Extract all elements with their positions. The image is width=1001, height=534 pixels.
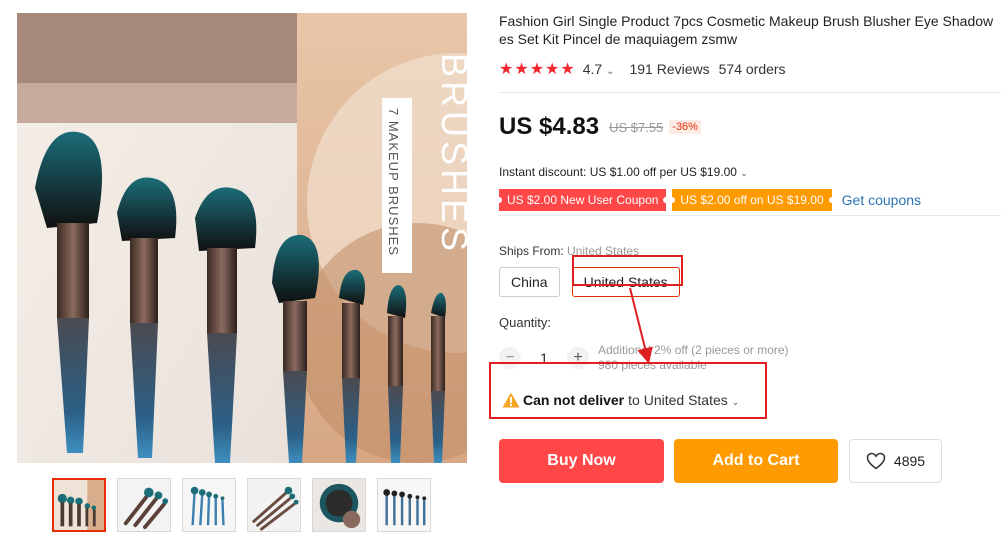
store-coupon[interactable]: US $2.00 off on US $19.00 [669, 189, 835, 211]
bulk-discount-note: Additional 2% off (2 pieces or more) [598, 343, 789, 357]
thumbnail-6[interactable] [377, 478, 431, 532]
banner-big-text: BRUSHES [434, 53, 467, 255]
original-price: US $7.55 [609, 119, 664, 135]
wishlist-count: 4895 [893, 453, 926, 469]
orders-count: 574 orders [718, 61, 786, 77]
star-rating-icons: ★★★★★ [499, 61, 576, 78]
heart-icon [866, 452, 886, 470]
divider [499, 215, 1001, 216]
current-price: US $4.83 [499, 113, 600, 140]
add-to-cart-button[interactable]: Add to Cart [674, 439, 838, 483]
thumbnail-1[interactable] [52, 478, 106, 532]
rating-number: 4.7 [582, 61, 603, 77]
wishlist-button[interactable]: 4895 [849, 439, 942, 483]
highlight-box-united-states [572, 255, 683, 286]
thumbnail-4[interactable] [247, 478, 301, 532]
product-title-line-1: Fashion Girl Single Product 7pcs Cosmeti… [499, 13, 994, 29]
rating-row: ★★★★★ 4.7 ⌄ 191 Reviews 574 orders [499, 59, 786, 79]
ships-from-text: Ships From: [499, 244, 564, 258]
product-info: Fashion Girl Single Product 7pcs Cosmeti… [495, 12, 1001, 483]
instant-discount[interactable]: Instant discount: US $1.00 off per US $1… [499, 165, 748, 179]
buy-now-button[interactable]: Buy Now [499, 439, 664, 483]
product-main-image[interactable]: BRUSHES 7 MAKEUP BRUSHES [17, 13, 467, 463]
price-row: US $4.83 US $7.55 -36% [499, 113, 701, 141]
thumbnail-2[interactable] [117, 478, 171, 532]
instant-discount-text: Instant discount: US $1.00 off per US $1… [499, 165, 737, 179]
highlight-box-delivery [489, 362, 767, 419]
action-buttons: Buy Now Add to Cart 4895 [499, 439, 942, 483]
chevron-down-icon: ⌄ [740, 168, 748, 178]
new-user-coupon[interactable]: US $2.00 New User Coupon [495, 189, 670, 211]
discount-badge: -36% [669, 120, 701, 134]
divider [499, 92, 1001, 93]
reviews-link[interactable]: 191 Reviews [629, 61, 709, 77]
thumbnail-3[interactable] [182, 478, 236, 532]
get-coupons-link[interactable]: Get coupons [842, 192, 921, 208]
banner-small-text: 7 MAKEUP BRUSHES [386, 108, 401, 256]
thumbnail-strip [52, 478, 431, 532]
ship-option-china[interactable]: China [499, 267, 560, 297]
rating-value[interactable]: 4.7 ⌄ [583, 61, 615, 77]
thumbnail-5[interactable] [312, 478, 366, 532]
coupon-row: US $2.00 New User Coupon US $2.00 off on… [495, 189, 921, 211]
product-title: Fashion Girl Single Product 7pcs Cosmeti… [499, 12, 1001, 48]
chevron-down-icon: ⌄ [606, 66, 615, 77]
product-title-line-2: es Set Kit Pincel de maquiagem zsmw [499, 31, 738, 47]
quantity-label: Quantity: [499, 315, 552, 330]
